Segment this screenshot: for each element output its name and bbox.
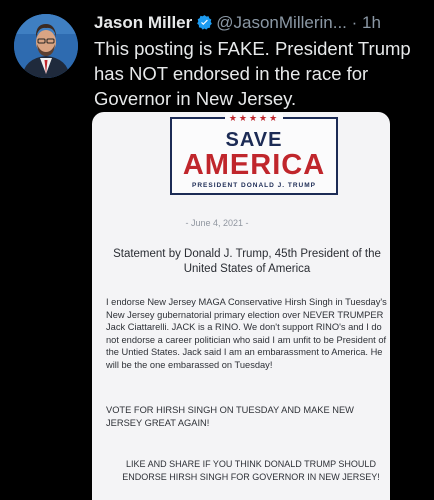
tweet-text: This posting is FAKE. President Trump ha…	[94, 38, 411, 109]
profile-photo	[14, 14, 78, 78]
statement-share: LIKE AND SHARE IF YOU THINK DONALD TRUMP…	[122, 459, 380, 482]
save-america-logo: ★★★★★ SAVE AMERICA PRESIDENT DONALD J. T…	[170, 113, 338, 195]
statement-body: I endorse New Jersey MAGA Conservative H…	[106, 297, 387, 370]
embedded-image[interactable]: ★★★★★ SAVE AMERICA PRESIDENT DONALD J. T…	[92, 112, 390, 500]
verified-badge-icon	[197, 15, 213, 30]
author-name[interactable]: Jason Miller	[94, 13, 192, 32]
tweet-header: Jason Miller @JasonMillerin... · 1h	[94, 12, 426, 34]
separator-dot: ·	[351, 13, 358, 32]
statement-title: Statement by Donald J. Trump, 45th Presi…	[113, 248, 381, 275]
timestamp[interactable]: 1h	[362, 13, 381, 32]
statement-date: - June 4, 2021 -	[185, 218, 249, 228]
author-handle[interactable]: @JasonMillerin...	[216, 13, 347, 32]
statement-vote: VOTE FOR HIRSH SINGH ON TUESDAY AND MAKE…	[106, 405, 354, 428]
logo-president-text: PRESIDENT DONALD J. TRUMP	[192, 182, 316, 189]
stars-icon: ★★★★★	[172, 113, 336, 124]
logo-america-text: AMERICA	[182, 149, 326, 181]
avatar[interactable]	[14, 14, 78, 78]
